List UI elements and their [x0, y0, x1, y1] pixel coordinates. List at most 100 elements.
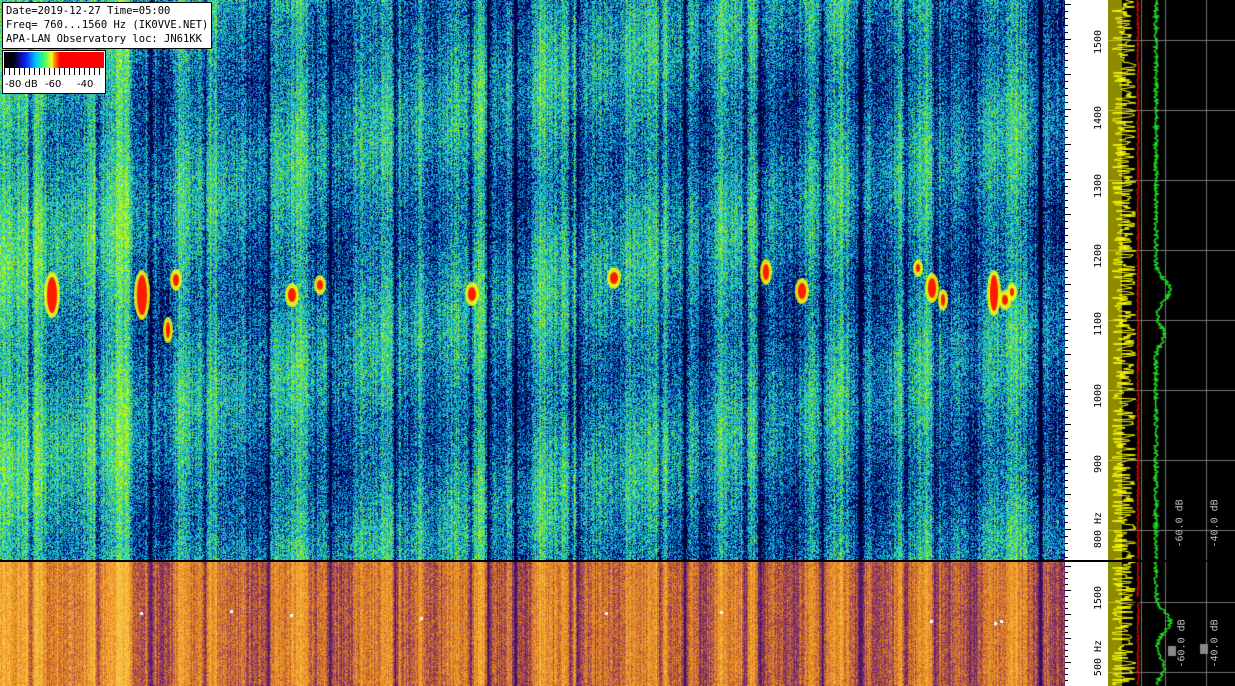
axis-tick	[1065, 536, 1068, 537]
axis-tick	[1065, 186, 1068, 187]
freq-label-wide-1500: 1500	[1093, 585, 1104, 611]
axis-tick	[1065, 557, 1068, 558]
axis-tick	[1065, 263, 1068, 264]
axis-tick	[1065, 368, 1068, 369]
info-date-time: Date=2019-12-27 Time=05:00	[6, 5, 171, 17]
axis-tick	[1065, 480, 1068, 481]
freq-label-1400: 1400	[1093, 105, 1104, 131]
axis-tick	[1065, 60, 1068, 61]
db-label-bottom-60: -60.0 dB	[1176, 619, 1188, 668]
color-scale-bar	[4, 52, 104, 68]
axis-tick	[1065, 662, 1071, 663]
axis-tick	[1065, 214, 1071, 215]
axis-tick	[1065, 674, 1068, 675]
axis-tick	[1065, 137, 1068, 138]
axis-tick	[1065, 130, 1068, 131]
axis-tick	[1065, 102, 1068, 103]
axis-tick	[1065, 179, 1071, 180]
axis-tick	[1065, 333, 1068, 334]
axis-tick	[1065, 319, 1071, 320]
freq-label-1100: 1100	[1093, 311, 1104, 337]
axis-tick	[1065, 235, 1068, 236]
axis-tick	[1065, 543, 1068, 544]
axis-tick	[1065, 508, 1068, 509]
axis-tick	[1065, 151, 1068, 152]
axis-tick	[1065, 291, 1068, 292]
axis-tick	[1065, 656, 1068, 657]
axis-tick	[1065, 270, 1068, 271]
legend-label-min: -80 dB	[5, 79, 38, 90]
axis-tick	[1065, 74, 1071, 75]
axis-tick	[1065, 109, 1071, 110]
axis-tick	[1065, 284, 1071, 285]
axis-tick	[1065, 256, 1068, 257]
freq-label-1500: 1500	[1093, 29, 1104, 55]
axis-tick	[1065, 347, 1068, 348]
axis-tick	[1065, 431, 1068, 432]
axis-tick	[1065, 298, 1068, 299]
info-observatory: APA-LAN Observatory loc: JN61KK	[6, 33, 202, 45]
axis-tick	[1065, 584, 1068, 585]
axis-tick	[1065, 578, 1068, 579]
waterfall-spectrogram-wideband	[0, 562, 1065, 686]
axis-tick	[1065, 95, 1068, 96]
frequency-axis-main: 1500 1400 1300 1200 1100 1000 900 800 Hz	[1065, 0, 1108, 560]
axis-tick	[1065, 466, 1068, 467]
color-scale-ticks	[4, 68, 104, 75]
freq-label-800: 800 Hz	[1093, 511, 1104, 549]
legend-label-mid: -60	[45, 79, 62, 90]
axis-tick	[1065, 88, 1068, 89]
axis-tick	[1065, 39, 1071, 40]
axis-tick	[1065, 550, 1068, 551]
axis-tick	[1065, 305, 1068, 306]
axis-tick	[1065, 242, 1068, 243]
axis-tick	[1065, 389, 1071, 390]
axis-tick	[1065, 632, 1068, 633]
axis-tick	[1065, 221, 1068, 222]
axis-tick	[1065, 81, 1068, 82]
axis-tick	[1065, 417, 1068, 418]
axis-tick	[1065, 515, 1068, 516]
color-scale-legend: -80 dB -60 -40	[2, 50, 106, 94]
axis-tick	[1065, 123, 1068, 124]
axis-tick	[1065, 53, 1068, 54]
axis-tick	[1065, 668, 1068, 669]
freq-label-1200: 1200	[1093, 243, 1104, 269]
axis-tick	[1065, 361, 1068, 362]
axis-tick	[1065, 590, 1071, 591]
spectrum-plot-main	[1108, 0, 1235, 560]
axis-tick	[1065, 277, 1068, 278]
axis-tick	[1065, 424, 1071, 425]
axis-tick	[1065, 680, 1068, 681]
axis-tick	[1065, 172, 1068, 173]
axis-tick	[1065, 602, 1068, 603]
axis-tick	[1065, 445, 1068, 446]
axis-tick	[1065, 522, 1068, 523]
axis-tick	[1065, 207, 1068, 208]
axis-tick	[1065, 116, 1068, 117]
freq-label-wide-500: 500 Hz	[1093, 639, 1104, 677]
waterfall-spectrogram-main	[0, 0, 1065, 560]
frequency-axis-wideband: 1500 500 Hz	[1065, 562, 1108, 686]
axis-tick	[1065, 312, 1068, 313]
freq-label-900: 900	[1093, 454, 1104, 474]
axis-tick	[1065, 410, 1068, 411]
axis-tick	[1065, 354, 1071, 355]
axis-tick	[1065, 144, 1071, 145]
axis-tick	[1065, 473, 1068, 474]
axis-tick	[1065, 249, 1071, 250]
axis-tick	[1065, 4, 1071, 5]
axis-tick	[1065, 614, 1071, 615]
info-box: Date=2019-12-27 Time=05:00 Freq= 760...1…	[2, 2, 213, 49]
axis-tick	[1065, 382, 1068, 383]
axis-tick	[1065, 529, 1071, 530]
axis-tick	[1065, 165, 1068, 166]
axis-tick	[1065, 193, 1068, 194]
freq-label-1300: 1300	[1093, 173, 1104, 199]
axis-tick	[1065, 46, 1068, 47]
db-label-top-40: -40.0 dB	[1209, 499, 1221, 548]
axis-tick	[1065, 403, 1068, 404]
db-label-bottom-40: -40.0 dB	[1209, 619, 1221, 668]
axis-tick	[1065, 566, 1071, 567]
axis-tick	[1065, 11, 1068, 12]
